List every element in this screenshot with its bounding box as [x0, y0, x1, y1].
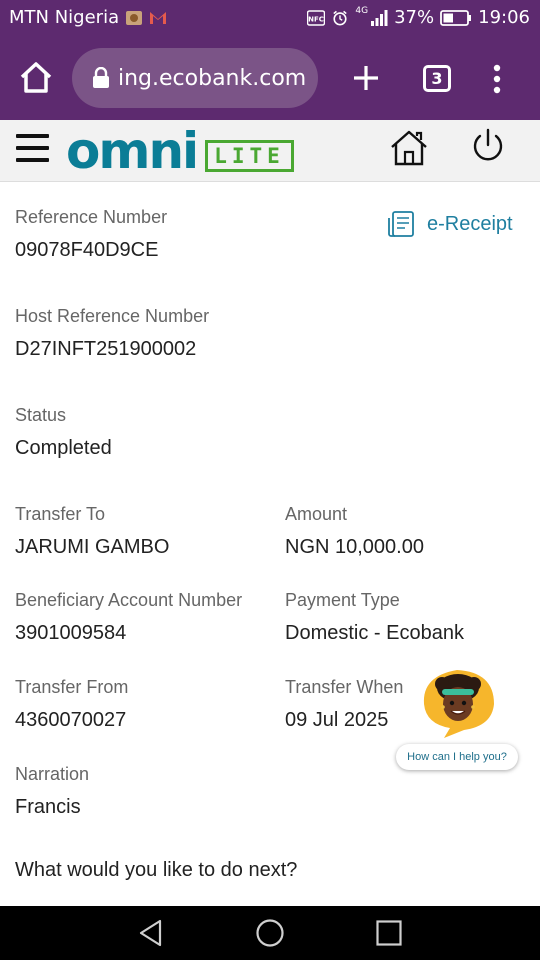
- next-action-prompt: What would you like to do next?: [15, 859, 298, 881]
- app-header: omni LITE: [0, 120, 540, 182]
- assistant-avatar-icon: [423, 670, 494, 738]
- notification-app-icon: [126, 10, 143, 25]
- logo-omni-text: omni: [66, 122, 199, 180]
- back-triangle-icon[interactable]: [136, 918, 166, 948]
- receipt-icon: [388, 211, 414, 237]
- recents-square-icon[interactable]: [374, 918, 404, 948]
- e-receipt-link[interactable]: e-Receipt: [387, 210, 513, 238]
- transfer-from-field: Transfer From 4360070027: [15, 676, 128, 733]
- chat-assistant-avatar[interactable]: [414, 664, 500, 742]
- address-bar[interactable]: ing.ecobank.com: [72, 48, 318, 108]
- status-value: Completed: [15, 437, 112, 459]
- host-reference-field: Host Reference Number D27INFT251900002: [15, 305, 209, 362]
- payment-type-value: Domestic - Ecobank: [285, 622, 464, 644]
- tab-switcher-button[interactable]: 3: [423, 65, 451, 92]
- reference-number-field: Reference Number 09078F40D9CE: [15, 206, 167, 263]
- network-type: 4G: [355, 6, 369, 16]
- browser-toolbar: ing.ecobank.com 3: [0, 36, 540, 120]
- browser-home-icon[interactable]: [18, 60, 54, 96]
- payment-type-label: Payment Type: [285, 590, 400, 610]
- narration-label: Narration: [15, 764, 90, 784]
- signal-icon: [371, 9, 388, 26]
- reference-number-label: Reference Number: [15, 207, 168, 227]
- omni-lite-logo: omni LITE: [66, 122, 294, 180]
- e-receipt-label: e-Receipt: [427, 212, 513, 235]
- transfer-from-value: 4360070027: [15, 709, 127, 731]
- clock-time: 19:06: [478, 7, 530, 28]
- transfer-when-value: 09 Jul 2025: [285, 709, 389, 731]
- amount-label: Amount: [285, 504, 348, 524]
- battery-icon: [440, 9, 472, 26]
- narration-value: Francis: [15, 796, 81, 818]
- transfer-when-field: Transfer When 09 Jul 2025: [285, 676, 403, 733]
- reference-number-value: 09078F40D9CE: [15, 239, 159, 261]
- host-reference-value: D27INFT251900002: [15, 338, 197, 360]
- amount-field: Amount NGN 10,000.00: [285, 503, 424, 560]
- beneficiary-account-field: Beneficiary Account Number 3901009584: [15, 589, 242, 646]
- transfer-to-label: Transfer To: [15, 504, 106, 524]
- beneficiary-account-value: 3901009584: [15, 622, 127, 644]
- power-logout-icon[interactable]: [468, 126, 508, 166]
- payment-type-field: Payment Type Domestic - Ecobank: [285, 589, 464, 646]
- status-label: Status: [15, 405, 67, 425]
- carrier-name: MTN Nigeria: [9, 7, 120, 28]
- status-bar: MTN Nigeria NFC 4G 37% 19:06: [0, 0, 540, 36]
- narration-field: Narration Francis: [15, 763, 89, 820]
- transfer-from-label: Transfer From: [15, 677, 129, 697]
- new-tab-plus-icon[interactable]: [350, 62, 382, 94]
- browser-menu-icon[interactable]: [490, 64, 504, 94]
- logo-lite-badge: LITE: [205, 140, 294, 172]
- svg-text:NFC: NFC: [309, 15, 325, 23]
- nfc-icon: NFC: [307, 9, 326, 26]
- transfer-when-label: Transfer When: [285, 677, 404, 697]
- alarm-icon: [333, 10, 348, 25]
- transaction-details: e-Receipt Reference Number 09078F40D9CE …: [0, 182, 540, 906]
- home-circle-icon[interactable]: [255, 918, 285, 948]
- beneficiary-account-label: Beneficiary Account Number: [15, 590, 243, 610]
- lock-icon: [93, 67, 109, 88]
- android-navigation-bar: [0, 906, 540, 960]
- transfer-to-field: Transfer To JARUMI GAMBO: [15, 503, 169, 560]
- assistant-help-bubble[interactable]: How can I help you?: [396, 744, 518, 770]
- transfer-to-value: JARUMI GAMBO: [15, 536, 170, 558]
- gmail-icon: [150, 11, 167, 24]
- amount-value: NGN 10,000.00: [285, 536, 424, 558]
- battery-percent: 37%: [394, 7, 435, 28]
- home-icon[interactable]: [389, 128, 429, 168]
- host-reference-label: Host Reference Number: [15, 306, 210, 326]
- url-text: ing.ecobank.com: [118, 65, 307, 91]
- status-field: Status Completed: [15, 404, 112, 461]
- hamburger-menu-icon[interactable]: [16, 134, 49, 164]
